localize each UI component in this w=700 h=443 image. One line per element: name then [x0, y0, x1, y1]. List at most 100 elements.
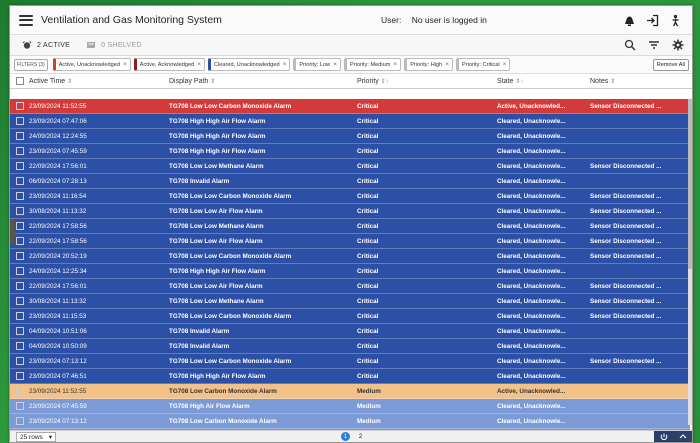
table-row[interactable]: 23/09/2024 07:47:06 TG708 High High Air F…: [10, 114, 690, 129]
tab-shelved[interactable]: 0 SHELVED: [86, 40, 142, 50]
power-icon[interactable]: [660, 433, 668, 441]
remove-all-button[interactable]: Remove All: [652, 58, 689, 71]
row-checkbox[interactable]: [15, 237, 24, 245]
filter-chip-priority-medium[interactable]: Priority: Medium ×: [343, 58, 402, 71]
table-row[interactable]: 22/09/2024 17:58:56 TG708 Low Low Air Flo…: [10, 234, 690, 249]
table-row[interactable]: 24/09/2024 12:24:55 TG708 High High Air F…: [10, 129, 690, 144]
row-checkbox[interactable]: [15, 312, 24, 320]
table-row[interactable]: 23/09/2024 07:46:51 TG708 High High Air F…: [10, 369, 690, 384]
table-row[interactable]: 04/09/2024 10:51:06 TG708 Invalid Alarm Cr…: [10, 324, 690, 339]
table-row[interactable]: 23/09/2024 07:13:12 TG708 Low Low Carbon …: [10, 354, 690, 369]
cell-active-time: 23/09/2024 07:47:06: [29, 117, 87, 125]
sort-icon: ⇕: [67, 78, 73, 85]
row-checkbox[interactable]: [15, 147, 24, 155]
cell-display-path: TG708 Low Low Methane Alarm: [169, 297, 264, 305]
scrollbar-thumb[interactable]: [688, 99, 692, 269]
filter-icon[interactable]: [647, 39, 660, 52]
close-icon[interactable]: ×: [333, 61, 337, 68]
header-display-path[interactable]: Display Path ⇕: [169, 78, 357, 85]
row-checkbox[interactable]: [15, 267, 24, 275]
page-1-button[interactable]: 1: [341, 432, 350, 441]
table-row[interactable]: 23/09/2024 07:13:12 TG708 Low Carbon Mono…: [10, 414, 690, 429]
row-checkbox[interactable]: [15, 132, 24, 140]
row-checkbox[interactable]: [15, 357, 24, 365]
table-row[interactable]: 23/09/2024 11:52:55 TG708 Low Carbon Mono…: [10, 384, 690, 399]
header-priority[interactable]: Priority ⇕↑: [357, 78, 497, 85]
row-checkbox[interactable]: [15, 372, 24, 380]
cell-state: Cleared, Unacknowle...: [497, 282, 566, 290]
table-row[interactable]: 23/09/2024 11:52:55 TG708 Low Low Carbon …: [10, 99, 690, 114]
table-row[interactable]: 22/09/2024 17:58:56 TG708 Low Low Methane…: [10, 219, 690, 234]
header-notes[interactable]: Notes ⇕: [590, 78, 688, 85]
row-checkbox[interactable]: [15, 252, 24, 260]
cell-notes: Sensor Disconnected ...: [590, 282, 662, 290]
table-row[interactable]: 22/09/2024 20:52:19 TG708 Low Low Carbon …: [10, 249, 690, 264]
table-row[interactable]: 22/09/2024 17:56:01 TG708 Low Low Air Flo…: [10, 279, 690, 294]
table-row[interactable]: 23/09/2024 07:45:59 TG708 High Air Flow A…: [10, 399, 690, 414]
filter-chip-active-ack[interactable]: Active, Acknowledged ×: [133, 58, 205, 71]
close-icon[interactable]: ×: [445, 61, 449, 68]
cell-notes: Sensor Disconnected ...: [590, 222, 662, 230]
row-checkbox[interactable]: [15, 417, 24, 425]
filter-chip-active-unack[interactable]: Active, Unacknowledged ×: [52, 58, 131, 71]
cell-active-time: 23/09/2024 11:52:55: [29, 102, 87, 110]
table-scrollbar[interactable]: [688, 99, 692, 425]
side-panel-handle[interactable]: [10, 219, 15, 243]
row-checkbox[interactable]: [15, 102, 24, 110]
select-all-checkbox[interactable]: [15, 77, 24, 85]
table-row[interactable]: 22/09/2024 17:56:01 TG708 Low Low Methane…: [10, 159, 690, 174]
table-row[interactable]: 23/09/2024 11:16:54 TG708 Low Low Carbon …: [10, 189, 690, 204]
row-checkbox[interactable]: [15, 192, 24, 200]
page-2-button[interactable]: 2: [356, 432, 365, 441]
gear-icon[interactable]: [671, 39, 684, 52]
cell-display-path: TG708 High High Air Flow Alarm: [169, 267, 266, 275]
row-checkbox[interactable]: [15, 162, 24, 170]
table-row[interactable]: 24/09/2024 12:25:34 TG708 High High Air F…: [10, 264, 690, 279]
tab-active[interactable]: 2 ACTIVE: [22, 40, 70, 50]
search-icon[interactable]: [623, 39, 636, 52]
close-icon[interactable]: ×: [283, 61, 287, 68]
row-checkbox[interactable]: [15, 207, 24, 215]
logout-icon[interactable]: [646, 14, 659, 27]
cell-notes: Sensor Disconnected ...: [590, 252, 662, 260]
row-checkbox[interactable]: [15, 282, 24, 290]
alarm-bell-icon[interactable]: [623, 14, 636, 27]
close-icon[interactable]: ×: [393, 61, 397, 68]
footer-actions: [654, 431, 692, 442]
cell-display-path: TG708 High Air Flow Alarm: [169, 402, 250, 410]
table-row[interactable]: 04/09/2024 10:50:09 TG708 Invalid Alarm Cr…: [10, 339, 690, 354]
close-icon[interactable]: ×: [123, 61, 127, 68]
alarm-table-body: 23/09/2024 11:52:55 TG708 Low Low Carbon …: [10, 99, 690, 442]
table-row[interactable]: 30/08/2024 11:13:32 TG708 Low Low Methane…: [10, 294, 690, 309]
row-checkbox[interactable]: [15, 402, 24, 410]
close-icon[interactable]: ×: [503, 61, 507, 68]
menu-icon[interactable]: [19, 14, 33, 26]
row-checkbox[interactable]: [15, 387, 24, 395]
rows-per-page-select[interactable]: 25 rows ▾: [16, 432, 57, 442]
table-row[interactable]: 06/09/2024 07:28:13 TG708 Invalid Alarm Cr…: [10, 174, 690, 189]
pagination: 1 2: [341, 432, 365, 441]
filter-chip-cleared-unack[interactable]: Cleared, Unacknowledged ×: [207, 58, 291, 71]
close-icon[interactable]: ×: [197, 61, 201, 68]
cell-state: Cleared, Unacknowle...: [497, 267, 566, 275]
row-checkbox[interactable]: [15, 327, 24, 335]
row-checkbox[interactable]: [15, 222, 24, 230]
row-checkbox[interactable]: [15, 342, 24, 350]
table-row[interactable]: 23/09/2024 11:15:53 TG708 Low Low Carbon …: [10, 309, 690, 324]
expand-icon[interactable]: [679, 433, 687, 441]
person-icon[interactable]: [669, 14, 682, 27]
filter-chip-priority-high[interactable]: Priority: High ×: [404, 58, 454, 71]
cell-active-time: 23/09/2024 11:15:53: [29, 312, 87, 320]
cell-active-time: 23/09/2024 07:13:12: [29, 357, 87, 365]
cell-state: Active, Unacknowled...: [497, 387, 566, 395]
row-checkbox[interactable]: [15, 117, 24, 125]
table-footer: 25 rows ▾ 1 2: [10, 430, 692, 442]
header-state[interactable]: State ⇕↑: [497, 78, 590, 85]
row-checkbox[interactable]: [15, 177, 24, 185]
table-row[interactable]: 30/08/2024 11:13:32 TG708 Low Low Air Flo…: [10, 204, 690, 219]
table-row[interactable]: 23/09/2024 07:45:59 TG708 High High Air F…: [10, 144, 690, 159]
header-active-time[interactable]: Active Time ⇕: [29, 78, 169, 85]
filter-chip-priority-low[interactable]: Priority: Low ×: [293, 58, 341, 71]
row-checkbox[interactable]: [15, 297, 24, 305]
filter-chip-priority-critical[interactable]: Priority: Critical ×: [456, 58, 511, 71]
